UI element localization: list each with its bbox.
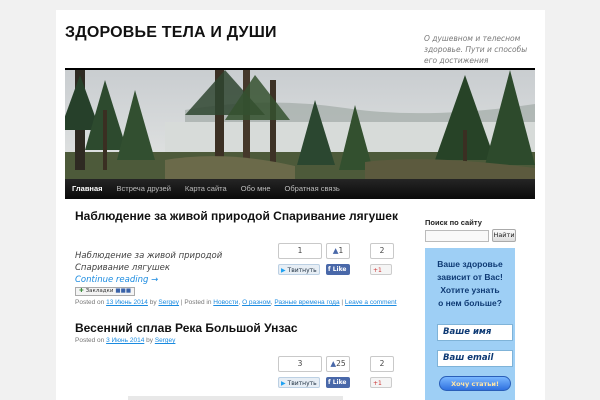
search-input[interactable] — [425, 230, 489, 242]
site-title[interactable]: ЗДОРОВЬЕ ТЕЛА И ДУШИ — [65, 24, 277, 42]
excerpt-text: Наблюдение за живой природой Спаривание … — [75, 251, 223, 273]
header-banner-image[interactable] — [65, 70, 535, 179]
post-title[interactable]: Весенний сплав Река Большой Унзас — [75, 321, 298, 335]
nav-item-friends[interactable]: Встреча друзей — [110, 179, 178, 199]
social-mini-icons: ■■■ — [115, 288, 132, 294]
tweet-button[interactable]: 3 ▶ Твитнуть — [278, 356, 322, 390]
page: ЗДОРОВЬЕ ТЕЛА И ДУШИ О душевном и телесн… — [56, 10, 545, 400]
fb-like-text: Like — [332, 266, 347, 273]
gplus-label: +1 — [370, 377, 392, 388]
subscribe-button[interactable]: Хочу статьи! — [439, 376, 511, 391]
tweet-count: 3 — [278, 356, 322, 372]
promo-text: Ваше здоровье зависит от Вас! Хотите узн… — [425, 258, 515, 310]
nav-item-contact[interactable]: Обратная связь — [278, 179, 347, 199]
gplus-count: 2 — [370, 356, 394, 372]
leave-comment-link[interactable]: Leave a comment — [345, 299, 397, 306]
post-date-link[interactable]: 3 Июнь 2014 — [106, 337, 144, 344]
nav-item-sitemap[interactable]: Карта сайта — [178, 179, 234, 199]
fb-like-label: f Like — [326, 377, 350, 388]
gplus-button[interactable]: 2 +1 — [370, 356, 394, 390]
category-link[interactable]: Разные времена года — [274, 299, 339, 306]
post-excerpt: Наблюдение за живой природой Спаривание … — [75, 250, 275, 286]
promo-line: Ваше здоровье — [437, 259, 503, 269]
name-field[interactable]: Ваше имя — [437, 324, 513, 341]
fb-like-text: Like — [332, 379, 347, 386]
continue-reading-link[interactable]: Continue reading → — [75, 275, 158, 285]
post-image[interactable] — [128, 396, 343, 400]
facebook-icon: f — [328, 379, 331, 386]
gplus-label: +1 — [370, 264, 392, 275]
facebook-like-button[interactable]: ▲1 f Like — [326, 243, 350, 277]
promo-line: о нем больше? — [438, 298, 502, 308]
gplus-count: 2 — [370, 243, 394, 259]
promo-line: зависит от Вас! — [437, 272, 503, 282]
fb-count: ▲25 — [326, 356, 350, 372]
category-link[interactable]: Новости — [213, 299, 238, 306]
bookmark-icon: ✚ — [79, 288, 84, 294]
posted-on-text: Posted on — [75, 299, 105, 306]
subscribe-widget: Ваше здоровье зависит от Вас! Хотите узн… — [425, 248, 515, 400]
share-buttons: 1 ▶ Твитнуть ▲1 f Like 2 +1 — [278, 243, 394, 277]
post-date-link[interactable]: 13 Июнь 2014 — [106, 299, 148, 306]
twitter-icon: ▶ — [281, 267, 286, 274]
tweet-text: Твитнуть — [287, 267, 317, 274]
facebook-icon: f — [328, 266, 331, 273]
email-field[interactable]: Ваш email — [437, 350, 513, 367]
bookmarks-label: Закладки — [85, 288, 114, 294]
by-text: by — [146, 337, 153, 344]
bookmarks-widget[interactable]: ✚ Закладки ■■■ — [75, 287, 136, 296]
search-button[interactable]: Найти — [492, 229, 516, 242]
fb-count-value: 25 — [336, 359, 346, 368]
tweet-label: ▶ Твитнуть — [278, 264, 320, 275]
search-heading: Поиск по сайту — [425, 218, 482, 227]
post-meta: Posted on 3 Июнь 2014 by Sergey — [75, 337, 175, 344]
fb-count-value: 1 — [338, 246, 344, 255]
author-link[interactable]: Sergey — [155, 337, 176, 344]
by-text: by — [149, 299, 157, 306]
promo-line: Хотите узнать — [440, 285, 500, 295]
nav-item-about[interactable]: Обо мне — [234, 179, 278, 199]
post-title[interactable]: Наблюдение за живой природой Спаривание … — [75, 209, 398, 223]
posted-on-text: Posted on — [75, 337, 105, 344]
author-link[interactable]: Sergey — [158, 299, 179, 306]
tweet-button[interactable]: 1 ▶ Твитнуть — [278, 243, 322, 277]
main-nav: Главная Встреча друзей Карта сайта Обо м… — [65, 179, 535, 199]
fb-like-label: f Like — [326, 264, 350, 275]
tweet-text: Твитнуть — [287, 380, 317, 387]
tweet-count: 1 — [278, 243, 322, 259]
fb-count: ▲1 — [326, 243, 350, 259]
post-meta: Posted on 13 Июнь 2014 by Sergey | Poste… — [75, 299, 397, 306]
tweet-label: ▶ Твитнуть — [278, 377, 320, 388]
facebook-like-button[interactable]: ▲25 f Like — [326, 356, 350, 390]
gplus-button[interactable]: 2 +1 — [370, 243, 394, 277]
site-description: О душевном и телесном здоровье. Пути и с… — [424, 34, 528, 65]
share-buttons: 3 ▶ Твитнуть ▲25 f Like 2 +1 — [278, 356, 394, 390]
twitter-icon: ▶ — [281, 380, 286, 387]
nav-item-home[interactable]: Главная — [65, 179, 110, 199]
category-link[interactable]: О разном — [242, 299, 271, 306]
posted-in-text: Posted in — [184, 299, 212, 306]
